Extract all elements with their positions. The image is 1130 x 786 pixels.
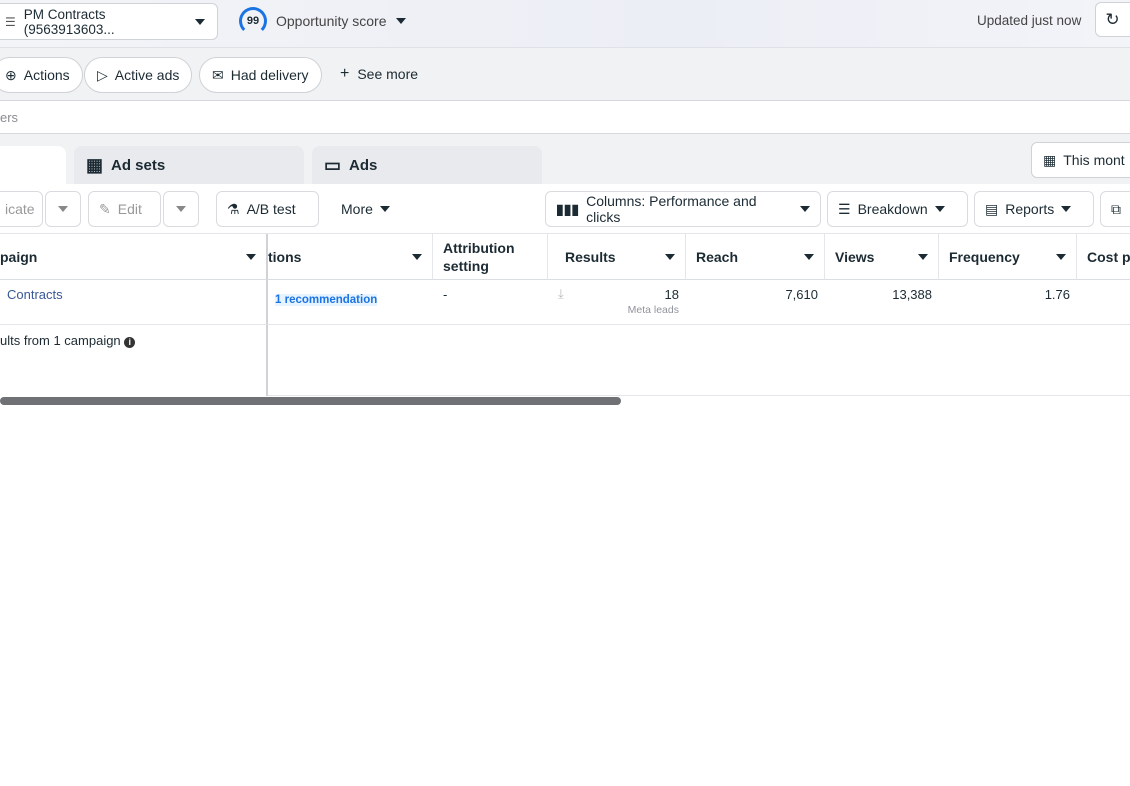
more-button[interactable]: More — [330, 191, 406, 227]
score-ring: 99 — [239, 7, 267, 35]
account-selector[interactable]: ☰ PM Contracts (9563913603... — [0, 3, 218, 40]
play-icon: ▷ — [97, 66, 108, 83]
opportunity-score-button[interactable]: 99 Opportunity score — [239, 6, 406, 36]
filter-active-ads[interactable]: ▷ Active ads — [84, 57, 193, 93]
chevron-down-icon — [58, 206, 68, 212]
filter-actions[interactable]: ⊕ Actions — [0, 57, 83, 93]
views-cell: 13,388 — [825, 280, 939, 325]
reports-icon: ▤ — [985, 200, 999, 217]
edit-button[interactable]: ✎ Edit — [88, 191, 161, 227]
plus-icon: + — [340, 65, 350, 82]
sort-icon — [665, 253, 675, 260]
window-icon: ▭ — [324, 154, 342, 175]
column-header-views[interactable]: Views — [825, 234, 939, 280]
list-icon: ☰ — [5, 14, 16, 29]
chevron-down-icon — [395, 18, 406, 24]
flask-icon: ⚗ — [227, 200, 240, 217]
chevron-down-icon — [176, 206, 186, 212]
sort-icon — [804, 253, 814, 260]
duplicate-dropdown[interactable] — [45, 191, 81, 227]
upload-circle-icon: ⊕ — [5, 66, 17, 83]
column-header-results[interactable]: Results — [548, 234, 686, 280]
column-header-frequency[interactable]: Frequency — [939, 234, 1077, 280]
sort-icon — [1056, 253, 1066, 260]
summary-row: ults from 1 campaign i — [0, 325, 268, 396]
download-icon: ⤓ — [558, 286, 564, 301]
tab-campaigns[interactable] — [0, 146, 66, 184]
sort-icon — [412, 253, 422, 260]
chevron-down-icon — [195, 18, 205, 25]
calendar-icon: ▦ — [1043, 151, 1057, 168]
sort-icon — [918, 253, 928, 260]
sort-icon — [246, 253, 256, 260]
breakdown-button[interactable]: ☰ Breakdown — [827, 191, 968, 227]
pencil-icon: ✎ — [99, 200, 111, 217]
frequency-cell: 1.76 — [939, 280, 1077, 325]
date-range-button[interactable]: ▦ This mont — [1031, 142, 1130, 178]
horizontal-scrollbar[interactable] — [0, 397, 621, 405]
chevron-down-icon — [379, 206, 390, 212]
campaign-name-link[interactable]: Contracts — [0, 280, 268, 325]
chevron-down-icon — [800, 206, 810, 212]
tab-ad-sets[interactable]: ▦ Ad sets — [74, 146, 304, 184]
column-header-campaign[interactable]: paign — [0, 234, 268, 280]
filter-had-delivery[interactable]: ✉ Had delivery — [199, 57, 322, 93]
duplicate-button[interactable]: icate — [0, 191, 43, 227]
attribution-cell: - — [433, 280, 548, 325]
search-filter-input[interactable]: ers — [0, 101, 1130, 134]
info-icon[interactable]: i — [124, 337, 136, 348]
envelope-icon: ✉ — [212, 66, 224, 83]
tab-ads[interactable]: ▭ Ads — [312, 146, 542, 184]
grid-icon: ▦ — [86, 154, 104, 175]
breakdown-icon: ☰ — [838, 200, 851, 217]
ab-test-button[interactable]: ⚗ A/B test — [216, 191, 319, 227]
edit-dropdown[interactable] — [163, 191, 199, 227]
columns-icon: ▮▮▮ — [556, 200, 580, 217]
updated-status: Updated just now — [977, 13, 1082, 28]
export-button[interactable]: ⧉ — [1100, 191, 1130, 227]
refresh-icon: ↻ — [1105, 9, 1120, 29]
recommendation-link[interactable]: 1 recommendation — [268, 280, 433, 325]
divider — [268, 395, 1130, 396]
reports-button[interactable]: ▤ Reports — [974, 191, 1094, 227]
cost-cell — [1077, 280, 1130, 325]
column-header-reach[interactable]: Reach — [686, 234, 825, 280]
chevron-down-icon — [1061, 206, 1072, 212]
columns-button[interactable]: ▮▮▮ Columns: Performance and clicks — [545, 191, 821, 227]
chevron-down-icon — [934, 206, 945, 212]
column-header-actions[interactable]: tions — [268, 234, 433, 280]
reach-cell: 7,610 — [686, 280, 825, 325]
column-header-attribution[interactable]: Attribution setting — [433, 234, 548, 280]
refresh-button[interactable]: ↻ — [1095, 2, 1130, 37]
export-icon: ⧉ — [1111, 200, 1121, 217]
column-header-cost[interactable]: Cost p — [1077, 234, 1130, 280]
results-cell: ⤓ 18 Meta leads — [548, 280, 686, 325]
see-more-button[interactable]: + See more — [340, 65, 418, 83]
